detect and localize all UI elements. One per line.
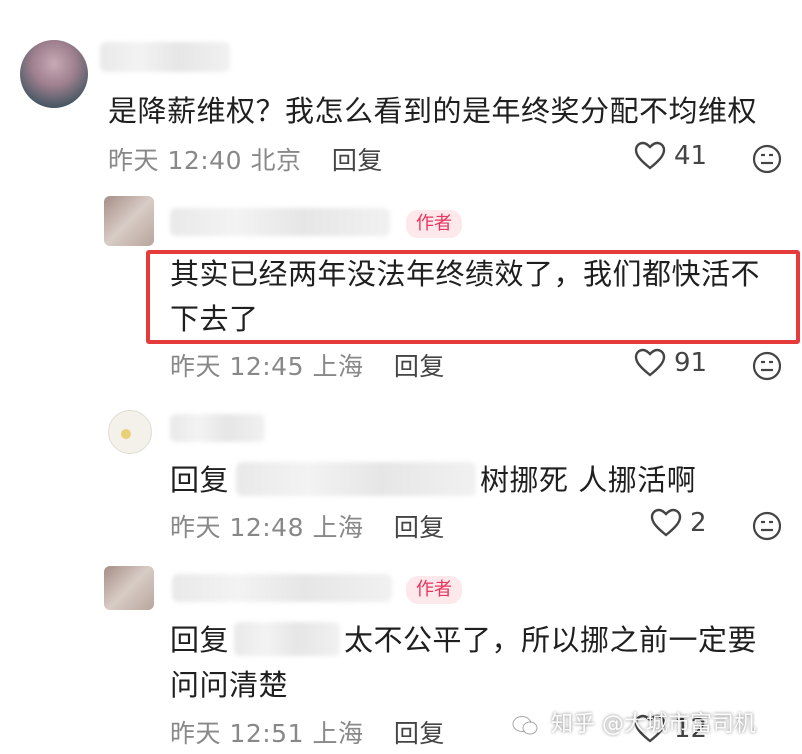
watermark-text: 知乎 @大城市富司机 [551,712,756,737]
comment-meta: 昨天 12:45 上海 回复 [170,347,445,383]
heart-icon [634,348,666,377]
comment-text: 是降薪维权？我怎么看到的是年终奖分配不均维权 [108,94,758,128]
comment-location: 上海 [312,352,364,381]
like-count: 91 [674,348,708,378]
comment-location: 北京 [250,146,302,175]
comment-text: 树挪死 人挪活啊 [480,463,697,497]
emoji-icon[interactable] [752,351,782,381]
comment-meta: 昨天 12:40 北京 回复 [108,141,383,177]
username-redacted [172,574,392,602]
heart-icon [650,508,682,537]
like-button[interactable]: 2 [650,508,707,538]
comment-time: 昨天 12:48 [170,513,304,542]
comment-text: 问问清楚 [170,668,289,702]
avatar[interactable] [20,40,88,108]
author-badge: 作者 [406,576,462,604]
reply-button[interactable]: 回复 [394,352,445,381]
avatar[interactable] [104,566,154,610]
emoji-icon[interactable] [752,511,782,541]
heart-icon [634,141,666,170]
reply-prefix: 回复 [170,463,230,497]
comment-time: 昨天 12:40 [108,146,242,175]
comment-text: 太不公平了，所以挪之前一定要 [344,623,758,657]
username-redacted [100,42,230,72]
reply-target-redacted [234,622,340,656]
emoji-icon[interactable] [752,144,782,174]
comment-time: 昨天 12:51 [170,719,304,748]
avatar[interactable] [108,410,152,454]
reply-button[interactable]: 回复 [332,146,383,175]
author-badge: 作者 [406,210,462,238]
reply-prefix: 回复 [170,623,230,657]
username-redacted [170,414,265,442]
reply-button[interactable]: 回复 [394,719,445,748]
reply-target-redacted [236,462,476,496]
comment-location: 上海 [312,513,364,542]
username-redacted [170,208,390,236]
comment-location: 上海 [312,719,364,748]
like-button[interactable]: 41 [634,141,707,171]
comment-time: 昨天 12:45 [170,352,304,381]
comment-meta: 昨天 12:51 上海 回复 [170,714,445,750]
comment-text: 下去了 [170,302,259,336]
zhihu-logo-icon [512,716,538,735]
comment-text: 其实已经两年没法年终绩效了，我们都快活不 [170,257,761,291]
like-button[interactable]: 91 [634,348,707,378]
comment-meta: 昨天 12:48 上海 回复 [170,508,445,544]
like-count: 2 [690,508,707,538]
avatar[interactable] [104,196,154,246]
like-count: 41 [674,141,708,171]
watermark: 知乎 @大城市富司机 [512,706,756,738]
reply-button[interactable]: 回复 [394,513,445,542]
